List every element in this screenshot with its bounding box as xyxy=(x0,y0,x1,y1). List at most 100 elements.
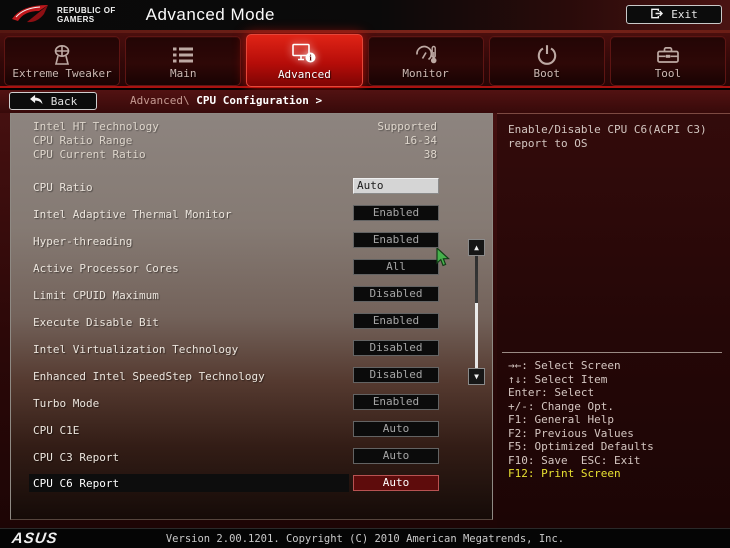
settings-panel: Intel HT TechnologySupportedCPU Ratio Ra… xyxy=(10,113,493,520)
setting-value-button[interactable]: Enabled xyxy=(353,205,439,221)
info-value: 38 xyxy=(424,148,437,162)
setting-row-hyper-threading[interactable]: Hyper-threading Enabled xyxy=(11,231,492,258)
list-icon xyxy=(126,43,240,67)
setting-row-limit-cpuid-maximum[interactable]: Limit CPUID Maximum Disabled xyxy=(11,285,492,312)
setting-label: Hyper-threading xyxy=(33,235,132,248)
setting-row-turbo-mode[interactable]: Turbo Mode Enabled xyxy=(11,393,492,420)
exit-button[interactable]: Exit xyxy=(626,5,722,24)
help-text: Enable/Disable CPU C6(ACPI C3) report to… xyxy=(508,123,720,151)
breadcrumb: Advanced\ CPU Configuration > xyxy=(130,94,322,107)
exit-label: Exit xyxy=(671,8,698,21)
setting-value-button[interactable]: Auto xyxy=(353,475,439,491)
tab-monitor[interactable]: Monitor xyxy=(368,36,484,86)
setting-row-cpu-c3-report[interactable]: CPU C3 Report Auto xyxy=(11,447,492,474)
breadcrumb-current: CPU Configuration > xyxy=(196,94,322,107)
setting-value-button[interactable]: Enabled xyxy=(353,394,439,410)
back-arrow-icon xyxy=(29,94,43,108)
setting-value-button[interactable]: Disabled xyxy=(353,286,439,302)
legend-line: F2: Previous Values xyxy=(508,427,726,441)
setting-value-button[interactable]: Disabled xyxy=(353,367,439,383)
bios-screen: REPUBLIC OF GAMERS Advanced Mode Exit Ex… xyxy=(0,0,730,548)
setting-row-execute-disable-bit[interactable]: Execute Disable Bit Enabled xyxy=(11,312,492,339)
setting-label: CPU C1E xyxy=(33,424,79,437)
setting-row-intel-virtualization-technology[interactable]: Intel Virtualization Technology Disabled xyxy=(11,339,492,366)
gauge-thermometer-icon xyxy=(369,43,483,67)
footer-bar: ASUS Version 2.00.1201. Copyright (C) 20… xyxy=(0,528,730,548)
scrollbar-track[interactable] xyxy=(475,256,478,368)
legend-line: F1: General Help xyxy=(508,413,726,427)
info-row: Intel HT Technology Supported xyxy=(33,120,437,134)
rog-logo-icon xyxy=(10,1,50,29)
brand-text: REPUBLIC OF GAMERS xyxy=(57,6,116,24)
setting-value-button[interactable]: Enabled xyxy=(353,313,439,329)
tab-label: Monitor xyxy=(369,67,483,80)
breadcrumb-bar: Back Advanced\ CPU Configuration > xyxy=(0,90,730,113)
setting-label: Enhanced Intel SpeedStep Technology xyxy=(33,370,265,383)
setting-row-cpu-ratio[interactable]: CPU Ratio Auto xyxy=(11,177,492,204)
setting-label: Intel Virtualization Technology xyxy=(33,343,238,356)
tab-label: Extreme Tweaker xyxy=(5,67,119,80)
tab-bar: Extreme Tweaker Maini Advanced Monitor Boot T… xyxy=(0,33,730,88)
legend-line: Enter: Select xyxy=(508,386,726,400)
legend-line: F10: Save ESC: Exit xyxy=(508,454,726,468)
tab-label: Boot xyxy=(490,67,604,80)
help-panel: Enable/Disable CPU C6(ACPI C3) report to… xyxy=(497,113,730,528)
back-label: Back xyxy=(51,95,78,108)
legend-divider xyxy=(502,352,722,353)
setting-row-active-processor-cores[interactable]: Active Processor Cores All xyxy=(11,258,492,285)
toolbox-icon xyxy=(611,43,725,67)
legend-line: F12: Print Screen xyxy=(508,467,726,481)
setting-label: Limit CPUID Maximum xyxy=(33,289,159,302)
legend-line: →←: Select Screen xyxy=(508,359,726,373)
key-legend: →←: Select Screen↑↓: Select ItemEnter: S… xyxy=(508,359,726,481)
setting-value-button[interactable]: Enabled xyxy=(353,232,439,248)
setting-label: Turbo Mode xyxy=(33,397,99,410)
tab-tool[interactable]: Tool xyxy=(610,36,726,86)
exit-icon xyxy=(650,7,663,23)
setting-label: Execute Disable Bit xyxy=(33,316,159,329)
advanced-info-icon: i xyxy=(247,41,361,65)
setting-label: Active Processor Cores xyxy=(33,262,179,275)
info-value: Supported xyxy=(377,120,437,134)
setting-row-cpu-c6-report[interactable]: CPU C6 Report Auto xyxy=(11,474,492,501)
setting-value-button[interactable]: Auto xyxy=(353,448,439,464)
power-icon xyxy=(490,43,604,67)
info-label: CPU Ratio Range xyxy=(33,134,132,148)
scroll-up-button[interactable]: ▲ xyxy=(468,239,485,256)
tab-extreme-tweaker[interactable]: Extreme Tweaker xyxy=(4,36,120,86)
setting-value-button[interactable]: Auto xyxy=(353,421,439,437)
setting-value-button[interactable]: All xyxy=(353,259,439,275)
info-row: CPU Current Ratio 38 xyxy=(33,148,437,162)
setting-input[interactable]: Auto xyxy=(353,178,439,194)
setting-row-intel-adaptive-thermal-monitor[interactable]: Intel Adaptive Thermal Monitor Enabled xyxy=(11,204,492,231)
scroll-down-button[interactable]: ▼ xyxy=(468,368,485,385)
option-rows: CPU Ratio Auto Intel Adaptive Thermal Moni… xyxy=(11,177,492,501)
tab-main[interactable]: Main xyxy=(125,36,241,86)
legend-line: ↑↓: Select Item xyxy=(508,373,726,387)
info-label: CPU Current Ratio xyxy=(33,148,146,162)
top-bar: REPUBLIC OF GAMERS Advanced Mode Exit xyxy=(0,0,730,30)
setting-label: CPU C6 Report xyxy=(33,477,119,490)
setting-label: CPU Ratio xyxy=(33,181,93,194)
tab-label: Main xyxy=(126,67,240,80)
setting-row-cpu-c1e[interactable]: CPU C1E Auto xyxy=(11,420,492,447)
back-button[interactable]: Back xyxy=(9,92,97,110)
version-text: Version 2.00.1201. Copyright (C) 2010 Am… xyxy=(0,533,730,545)
info-label: Intel HT Technology xyxy=(33,120,159,134)
info-row: CPU Ratio Range16-34 xyxy=(33,134,437,148)
legend-line: F5: Optimized Defaults xyxy=(508,440,726,454)
tab-label: Advanced xyxy=(247,68,361,81)
setting-row-enhanced-intel-speedstep-technology[interactable]: Enhanced Intel SpeedStep Technology Disab… xyxy=(11,366,492,393)
info-rows: Intel HT TechnologySupportedCPU Ratio Ra… xyxy=(33,120,437,162)
breadcrumb-prefix: Advanced\ xyxy=(130,94,196,107)
setting-label: CPU C3 Report xyxy=(33,451,119,464)
content-area: Intel HT TechnologySupportedCPU Ratio Ra… xyxy=(0,113,730,528)
tab-label: Tool xyxy=(611,67,725,80)
tab-advanced[interactable]: i Advanced xyxy=(246,34,362,87)
setting-value-button[interactable]: Disabled xyxy=(353,340,439,356)
legend-line: +/-: Change Opt. xyxy=(508,400,726,414)
tweaker-icon xyxy=(5,43,119,67)
setting-label: Intel Adaptive Thermal Monitor xyxy=(33,208,232,221)
page-title: Advanced Mode xyxy=(146,5,275,25)
tab-boot[interactable]: Boot xyxy=(489,36,605,86)
